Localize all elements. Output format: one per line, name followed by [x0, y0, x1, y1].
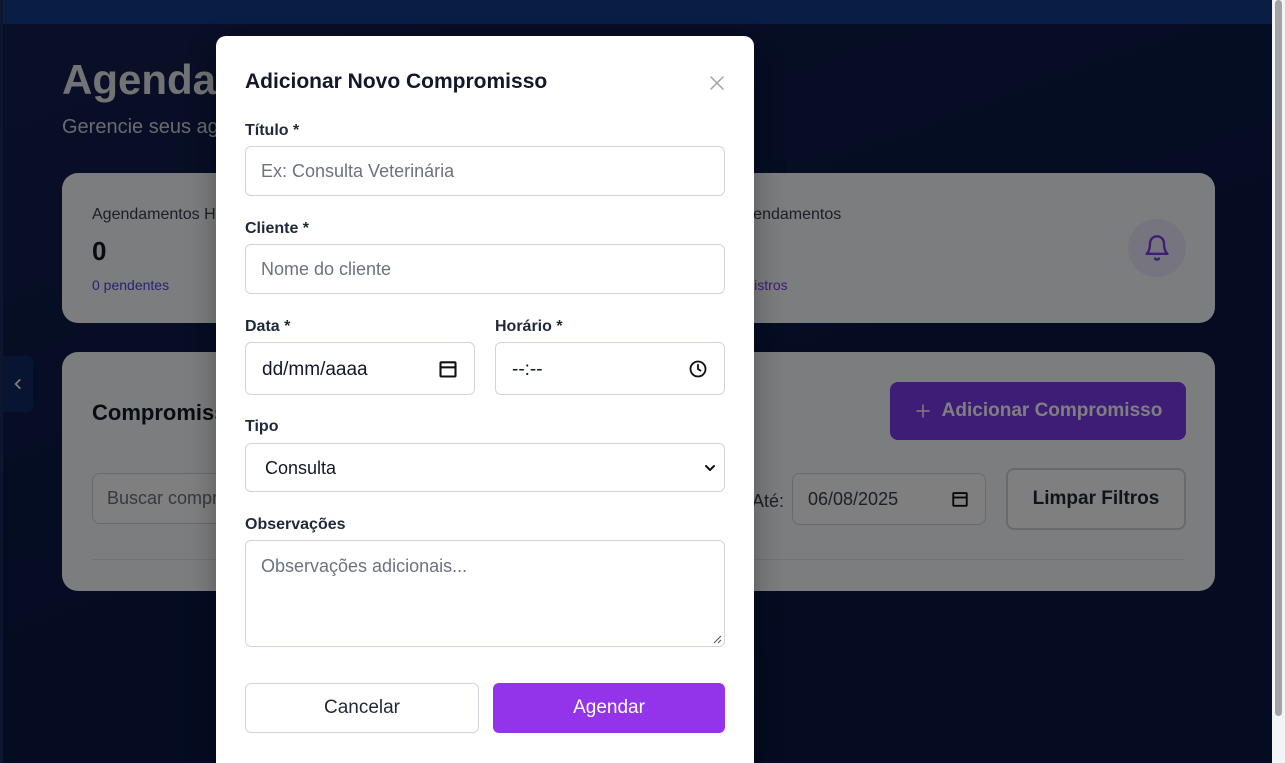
- calendar-icon[interactable]: [438, 359, 458, 379]
- modal-title: Adicionar Novo Compromisso: [245, 70, 548, 93]
- time-input[interactable]: --:--: [495, 342, 725, 395]
- time-value: --:--: [512, 359, 543, 380]
- scrollbar-thumb[interactable]: [1275, 0, 1282, 716]
- title-input[interactable]: [245, 146, 725, 196]
- client-input[interactable]: [245, 244, 725, 294]
- notes-placeholder: Observações adicionais...: [261, 556, 468, 576]
- date-label: Data *: [245, 318, 291, 335]
- resize-handle-icon[interactable]: [712, 634, 722, 644]
- scrollbar[interactable]: [1272, 0, 1285, 763]
- type-selected-value: Consulta: [265, 458, 337, 478]
- add-appointment-modal: Adicionar Novo Compromisso Título * Clie…: [216, 36, 754, 763]
- cancel-button[interactable]: Cancelar: [245, 683, 479, 733]
- time-label: Horário *: [495, 318, 563, 335]
- date-input[interactable]: dd/mm/aaaa: [245, 342, 475, 395]
- notes-label: Observações: [245, 516, 346, 533]
- chevron-down-icon: [705, 465, 715, 471]
- client-label: Cliente *: [245, 220, 310, 237]
- title-label: Título *: [245, 122, 300, 139]
- notes-textarea[interactable]: Observações adicionais...: [245, 540, 725, 647]
- schedule-button[interactable]: Agendar: [493, 683, 725, 733]
- date-value: dd/mm/aaaa: [262, 359, 368, 380]
- close-button[interactable]: [704, 70, 730, 96]
- type-select[interactable]: Consulta: [245, 443, 725, 492]
- close-icon: [710, 76, 724, 90]
- clock-icon[interactable]: [688, 359, 708, 379]
- type-label: Tipo: [245, 418, 279, 435]
